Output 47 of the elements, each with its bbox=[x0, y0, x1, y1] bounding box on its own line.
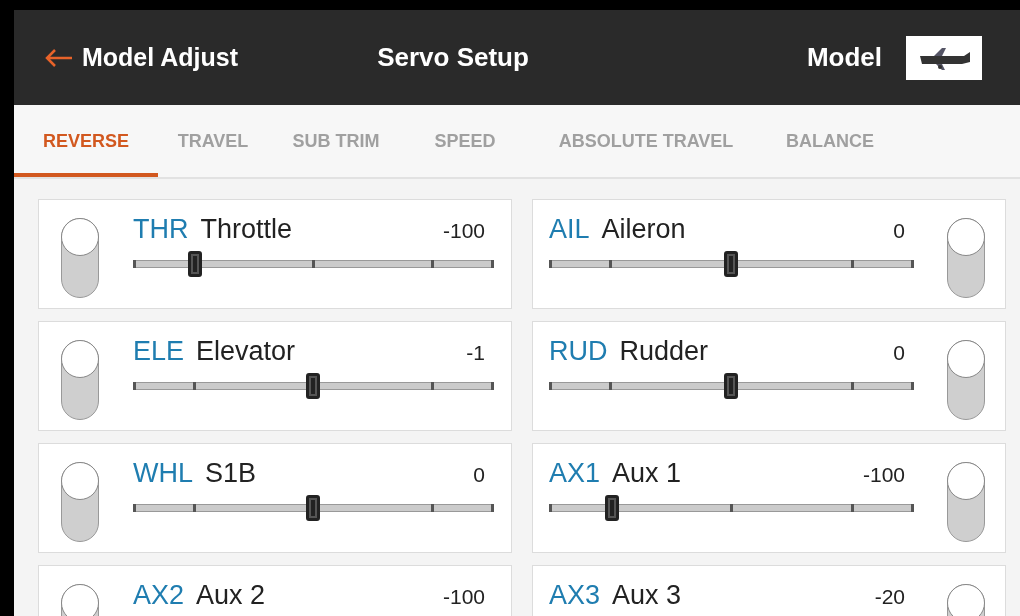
tab[interactable]: REVERSE bbox=[14, 105, 158, 177]
channel-value: 0 bbox=[473, 463, 486, 487]
channel-code: THR bbox=[133, 214, 189, 245]
channel-name: Elevator bbox=[196, 336, 297, 367]
model-thumbnail[interactable] bbox=[906, 35, 982, 80]
channel-name: Aileron bbox=[601, 214, 687, 245]
tab[interactable]: SPEED bbox=[404, 105, 526, 177]
channel-name: Rudder bbox=[619, 336, 710, 367]
channel-name: Aux 3 bbox=[612, 580, 683, 611]
channel-value: -100 bbox=[862, 463, 906, 487]
channel-value: -1 bbox=[466, 341, 486, 365]
model-label: Model bbox=[806, 42, 882, 73]
channel-code: WHL bbox=[133, 458, 193, 489]
reverse-switch[interactable] bbox=[61, 340, 99, 420]
reverse-switch[interactable] bbox=[947, 340, 985, 420]
channel-name: S1B bbox=[205, 458, 258, 489]
channel-name: Aux 1 bbox=[612, 458, 683, 489]
channel-code: ELE bbox=[133, 336, 185, 367]
channel-value: 0 bbox=[893, 341, 906, 365]
channel-value: -20 bbox=[874, 585, 906, 609]
slider-thumb[interactable] bbox=[724, 251, 738, 277]
back-arrow-icon bbox=[44, 47, 74, 68]
slider-thumb[interactable] bbox=[187, 251, 202, 277]
reverse-switch[interactable] bbox=[61, 462, 99, 542]
slider-thumb[interactable] bbox=[724, 373, 738, 399]
channel-name: Aux 2 bbox=[196, 580, 267, 611]
reverse-switch[interactable] bbox=[61, 218, 99, 298]
tab[interactable]: TRAVEL bbox=[158, 105, 268, 177]
back-button[interactable]: Model Adjust bbox=[44, 43, 378, 72]
tab[interactable]: BALANCE bbox=[766, 105, 876, 177]
channel-code: AIL bbox=[549, 214, 590, 245]
slider-thumb[interactable] bbox=[604, 495, 619, 521]
channel-value: -100 bbox=[442, 585, 486, 609]
tab[interactable]: ABSOLUTE TRAVEL bbox=[526, 105, 766, 177]
channel-value: -100 bbox=[442, 219, 486, 243]
tab[interactable]: SUB TRIM bbox=[268, 105, 404, 177]
channel-code: RUD bbox=[549, 336, 608, 367]
channel-code: AX1 bbox=[549, 458, 601, 489]
channel-name: Throttle bbox=[200, 214, 294, 245]
reverse-switch[interactable] bbox=[947, 218, 985, 298]
reverse-switch[interactable] bbox=[947, 462, 985, 542]
channel-value: 0 bbox=[893, 219, 906, 243]
slider-thumb[interactable] bbox=[306, 373, 320, 399]
channel-code: AX2 bbox=[133, 580, 185, 611]
channel-code: AX3 bbox=[549, 580, 601, 611]
screen-title: Servo Setup bbox=[377, 42, 529, 73]
slider-thumb[interactable] bbox=[306, 495, 320, 521]
